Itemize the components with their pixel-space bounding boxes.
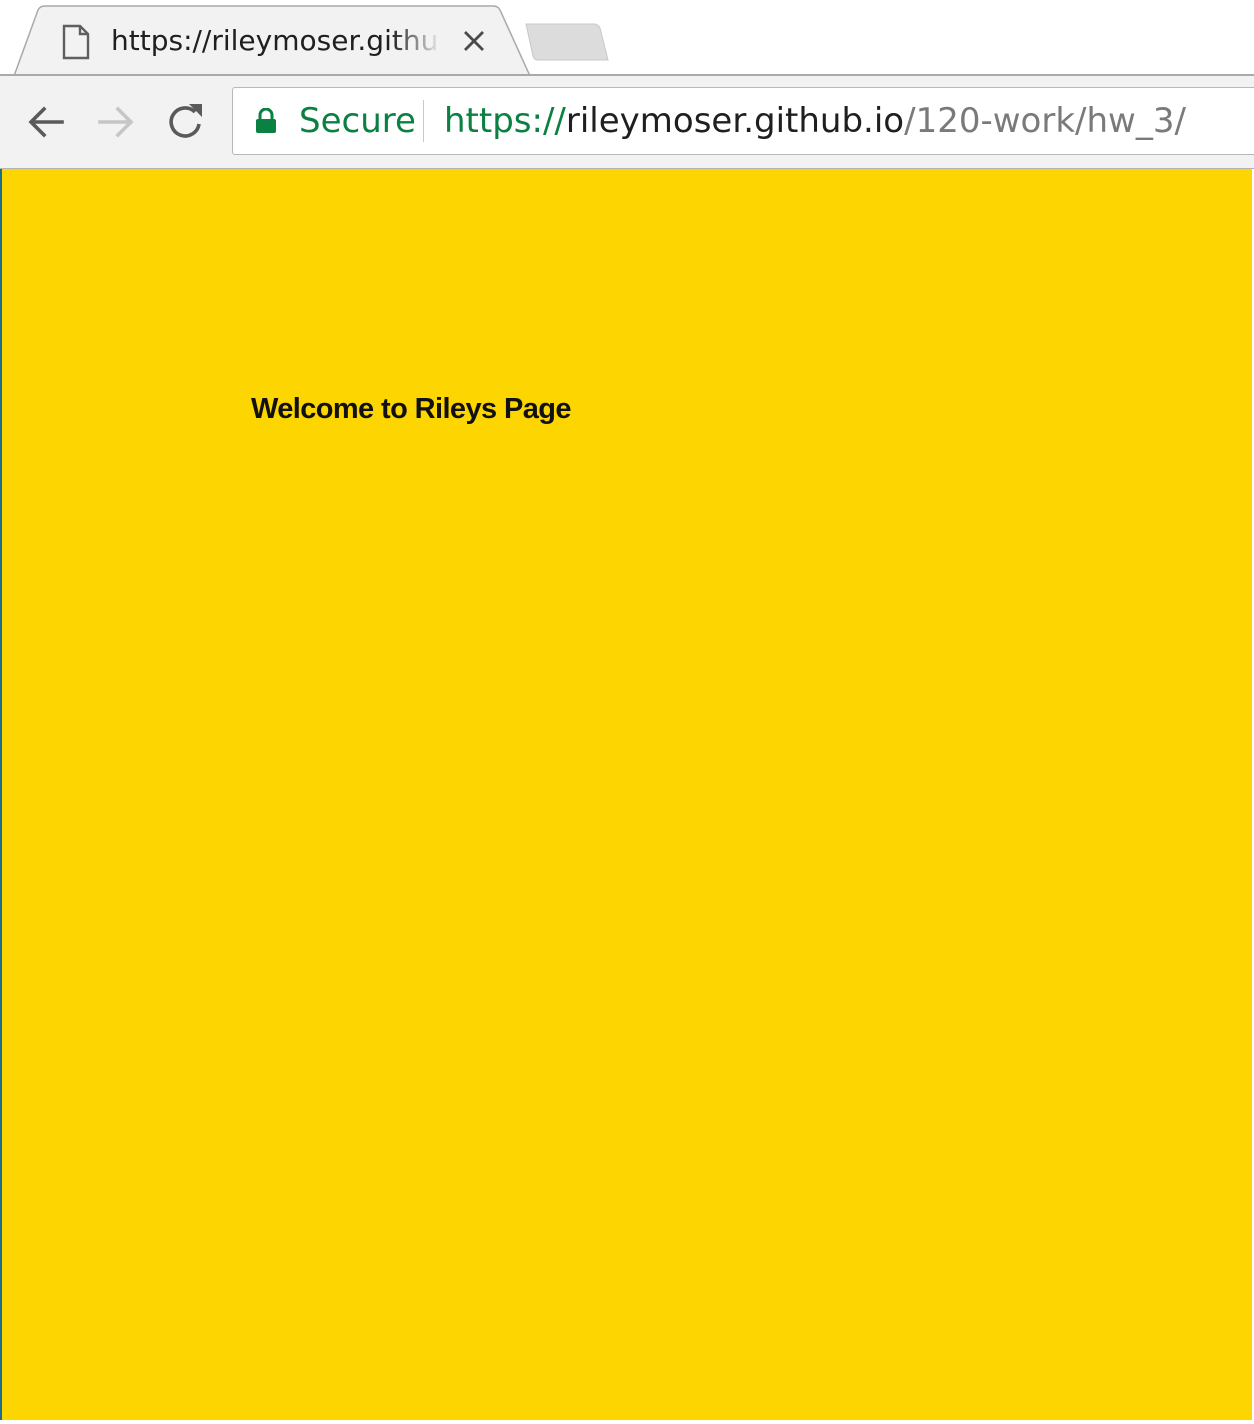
arrow-right-icon[interactable]: [92, 98, 140, 146]
url-scheme: https://: [444, 101, 566, 141]
url-text[interactable]: https://rileymoser.github.io/120-work/hw…: [444, 100, 1186, 142]
lock-icon[interactable]: [255, 107, 277, 134]
page-viewport: Welcome to Rileys Page: [2, 169, 1252, 1420]
tab-title[interactable]: https://rileymoser.github.io/120-work/hw…: [111, 21, 441, 61]
browser-toolbar: Secure https://rileymoser.github.io/120-…: [0, 76, 1254, 168]
page-heading: Welcome to Rileys Page: [251, 393, 571, 425]
security-label[interactable]: Secure: [299, 100, 416, 142]
tab-strip: https://rileymoser.github.io/120-work/hw…: [0, 0, 1254, 76]
url-path: /120-work/hw_3/: [904, 101, 1186, 141]
address-bar[interactable]: Secure https://rileymoser.github.io/120-…: [232, 87, 1254, 155]
new-tab-icon[interactable]: [520, 18, 612, 66]
url-host: rileymoser.github.io: [565, 101, 905, 141]
reload-icon[interactable]: [162, 98, 210, 146]
window-bottom-edge: [0, 1420, 1254, 1424]
arrow-left-icon[interactable]: [22, 98, 70, 146]
close-icon[interactable]: [458, 25, 490, 57]
page-icon: [60, 22, 92, 62]
omnibox-separator: [423, 100, 424, 142]
